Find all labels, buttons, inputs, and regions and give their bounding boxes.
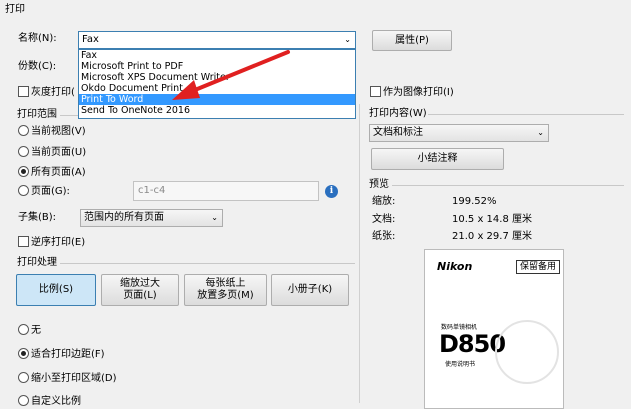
summarize-comments-button[interactable]: 小结注释 xyxy=(371,148,504,170)
booklet-button[interactable]: 小册子(K) xyxy=(271,274,349,306)
divider xyxy=(392,185,624,186)
subset-select[interactable]: 范围内的所有页面 ⌄ xyxy=(80,209,223,227)
radio-icon xyxy=(18,125,29,136)
grayscale-checkbox[interactable]: 灰度打印( xyxy=(18,86,75,100)
radio-icon xyxy=(18,348,29,359)
document-size-value: 10.5 x 14.8 厘米 xyxy=(452,214,532,225)
reverse-checkbox[interactable]: 逆序打印(E) xyxy=(18,236,85,250)
radio-icon xyxy=(18,372,29,383)
radio-shrink-label: 缩小至打印区域(D) xyxy=(31,373,117,384)
radio-current-view-label: 当前视图(V) xyxy=(31,126,86,137)
document-size-label: 文档: xyxy=(372,214,396,225)
checkbox-icon xyxy=(18,86,29,97)
radio-icon xyxy=(18,185,29,196)
radio-icon xyxy=(18,166,29,177)
preview-brand: Nikon xyxy=(437,260,473,273)
preview-badge: 保留备用 xyxy=(516,260,561,274)
vertical-divider xyxy=(359,104,360,403)
info-icon[interactable]: i xyxy=(325,185,338,198)
radio-custom-label: 自定义比例 xyxy=(31,396,81,407)
preview-page: Nikon 保留备用 数码单镜相机 D850 使用说明书 xyxy=(424,249,564,409)
chevron-down-icon: ⌄ xyxy=(344,35,351,44)
print-as-image-checkbox[interactable]: 作为图像打印(I) xyxy=(370,86,454,100)
pages-input[interactable]: c1-c4 xyxy=(133,181,319,201)
radio-current-page-label: 当前页面(U) xyxy=(31,147,87,158)
red-arrow-annotation xyxy=(172,50,290,100)
watermark-icon xyxy=(495,320,559,384)
reverse-label: 逆序打印(E) xyxy=(31,237,86,248)
grayscale-label: 灰度打印( xyxy=(31,87,75,98)
properties-button[interactable]: 属性(P) xyxy=(372,30,452,51)
scale-button[interactable]: 比例(S) xyxy=(16,274,96,306)
paper-size-label: 纸张: xyxy=(372,231,396,242)
print-content-select[interactable]: 文档和标注 ⌄ xyxy=(369,124,549,142)
preview-line2: 使用说明书 xyxy=(445,361,476,368)
divider xyxy=(60,263,355,264)
radio-icon xyxy=(18,146,29,157)
window-title: 打印 xyxy=(5,4,25,15)
radio-pages-label: 页面(G): xyxy=(31,186,70,197)
subset-label: 子集(B): xyxy=(18,212,57,223)
radio-custom-scale[interactable]: 自定义比例 xyxy=(18,395,81,409)
print-range-title: 打印范围 xyxy=(17,109,57,120)
print-handling-title: 打印处理 xyxy=(17,257,57,268)
radio-shrink-to-area[interactable]: 缩小至打印区域(D) xyxy=(18,372,117,386)
printer-selected-value: Fax xyxy=(82,34,99,45)
radio-all-pages-label: 所有页面(A) xyxy=(31,167,86,178)
chevron-down-icon: ⌄ xyxy=(537,128,544,137)
zoom-value: 199.52% xyxy=(452,196,497,207)
printer-name-label: 名称(N): xyxy=(18,33,57,44)
radio-none-label: 无 xyxy=(31,325,41,336)
paper-size-value: 21.0 x 29.7 厘米 xyxy=(452,231,532,242)
copies-label: 份数(C): xyxy=(18,61,57,72)
checkbox-icon xyxy=(18,236,29,247)
radio-icon xyxy=(18,324,29,335)
divider xyxy=(428,114,624,115)
radio-pages[interactable]: 页面(G): xyxy=(18,185,70,199)
radio-current-page[interactable]: 当前页面(U) xyxy=(18,146,86,160)
radio-all-pages[interactable]: 所有页面(A) xyxy=(18,166,86,180)
multiple-pages-per-sheet-button[interactable]: 每张纸上 放置多页(M) xyxy=(184,274,267,306)
print-as-image-label: 作为图像打印(I) xyxy=(383,87,454,98)
radio-icon xyxy=(18,395,29,406)
radio-current-view[interactable]: 当前视图(V) xyxy=(18,125,86,139)
checkbox-icon xyxy=(370,86,381,97)
print-content-title: 打印内容(W) xyxy=(369,108,427,119)
shrink-large-pages-button[interactable]: 缩放过大 页面(L) xyxy=(101,274,179,306)
subset-value: 范围内的所有页面 xyxy=(84,212,164,223)
radio-fit-margins[interactable]: 适合打印边距(F) xyxy=(18,348,105,362)
print-content-value: 文档和标注 xyxy=(373,127,423,138)
radio-fit-margins-label: 适合打印边距(F) xyxy=(31,349,105,360)
chevron-down-icon: ⌄ xyxy=(211,213,218,222)
preview-title: 预览 xyxy=(369,179,389,190)
radio-none[interactable]: 无 xyxy=(18,324,41,338)
zoom-label: 缩放: xyxy=(372,196,396,207)
